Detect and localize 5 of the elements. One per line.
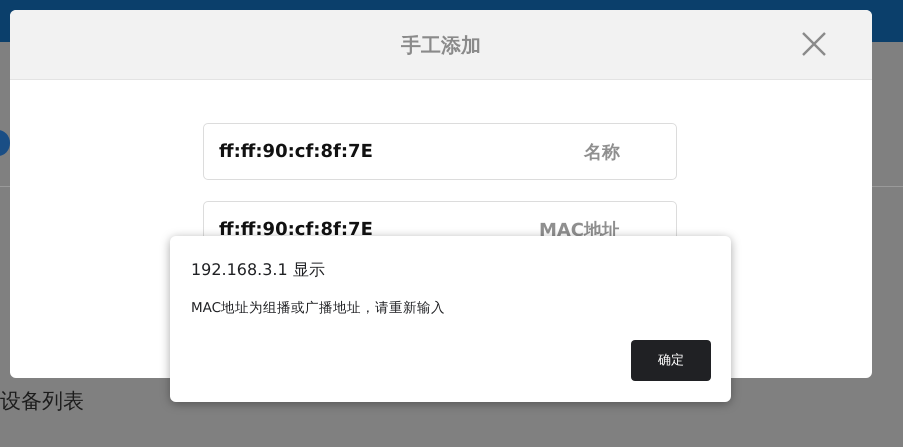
alert-message: MAC地址为组播或广播地址，请重新输入 xyxy=(191,299,446,318)
alert-title: 192.168.3.1 显示 xyxy=(191,259,326,281)
section-title: 设备列表 xyxy=(0,388,84,415)
field-label: 名称 xyxy=(584,141,620,165)
dialog-title: 手工添加 xyxy=(401,32,481,58)
